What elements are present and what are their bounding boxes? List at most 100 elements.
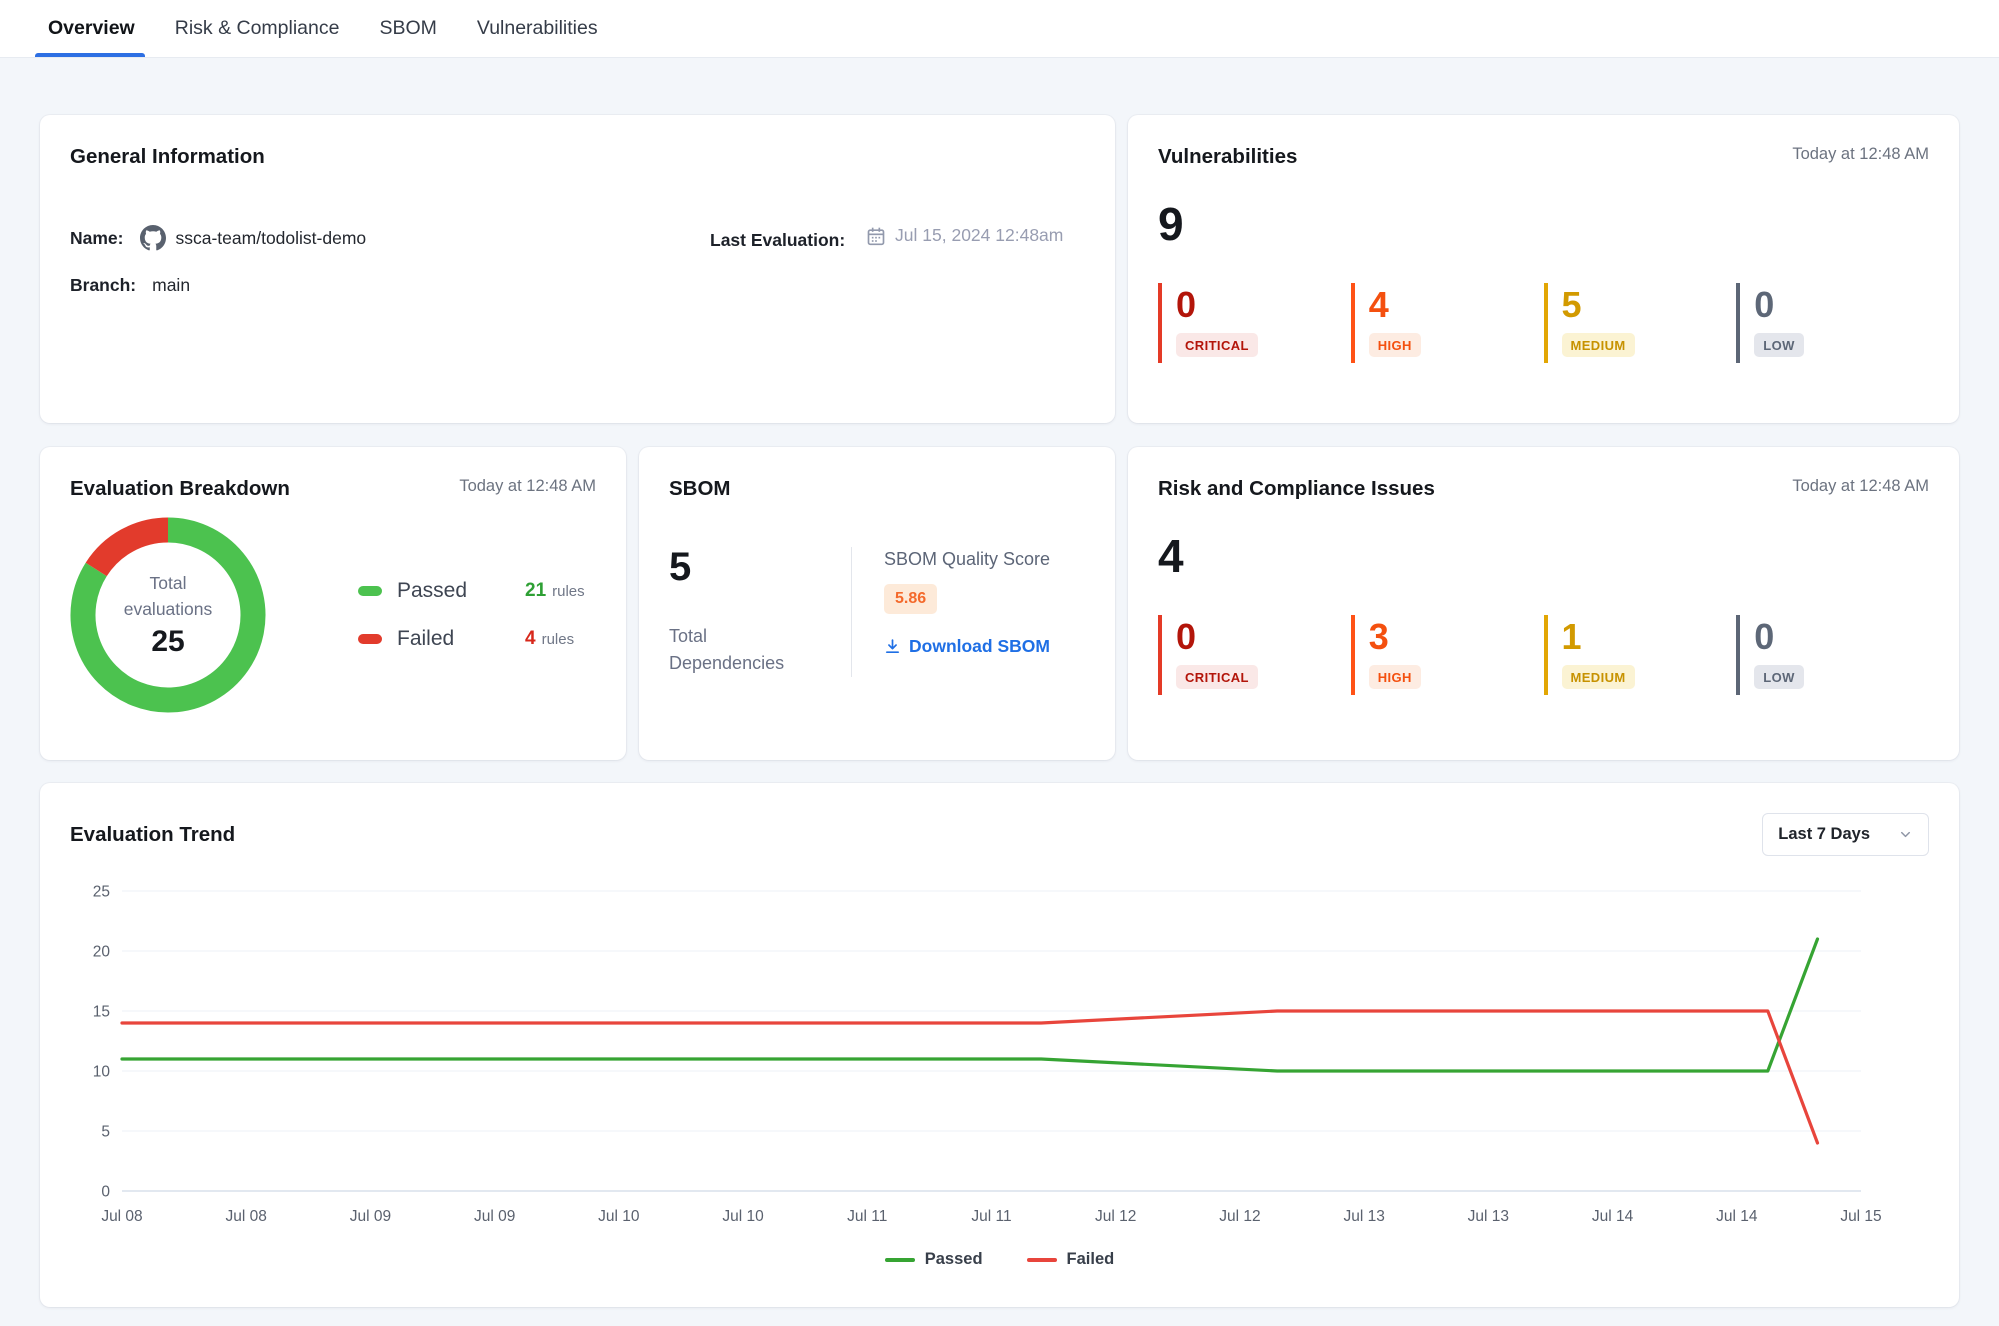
trend-passed-label: Passed [925, 1250, 983, 1269]
trend-x-tick-label: Jul 08 [101, 1208, 142, 1225]
risk-low-stat: 0 LOW [1736, 615, 1929, 695]
passed-label: Passed [397, 579, 497, 603]
vuln-high-stat: 4 HIGH [1351, 283, 1544, 363]
trend-x-tick-label: Jul 09 [350, 1208, 391, 1225]
trend-x-tick-label: Jul 08 [226, 1208, 267, 1225]
vuln-critical-count: 0 [1176, 285, 1351, 325]
card-general-information: General Information Name: ssca-team/todo… [40, 115, 1115, 423]
trend-x-tick-label: Jul 11 [971, 1208, 1011, 1225]
trend-x-tick-label: Jul 13 [1343, 1208, 1384, 1225]
last-evaluation-value: Jul 15, 2024 12:48am [895, 225, 1063, 246]
card-evaluation-trend: Evaluation Trend Last 7 Days 0510152025J… [40, 783, 1959, 1307]
tab-risk-compliance[interactable]: Risk & Compliance [175, 0, 340, 57]
risk-critical-count: 0 [1176, 617, 1351, 657]
risk-medium-count: 1 [1562, 617, 1737, 657]
passed-line-icon [885, 1258, 915, 1262]
trend-x-tick-label: Jul 12 [1095, 1208, 1136, 1225]
evaluation-breakdown-title: Evaluation Breakdown [70, 477, 290, 501]
vulnerabilities-severity-row: 0 CRITICAL 4 HIGH 5 MEDIUM 0 LOW [1158, 283, 1929, 363]
general-info-row-name: Name: ssca-team/todolist-demo Last Evalu… [70, 225, 1085, 251]
tab-risk-compliance-label: Risk & Compliance [175, 17, 340, 40]
risk-compliance-timestamp: Today at 12:48 AM [1792, 477, 1929, 496]
tab-sbom-label: SBOM [379, 17, 436, 40]
passed-unit: rules [552, 583, 585, 600]
sbom-total-dependencies-label: Total Dependencies [669, 623, 809, 677]
download-icon [884, 638, 901, 655]
risk-high-count: 3 [1369, 617, 1544, 657]
tab-sbom[interactable]: SBOM [379, 0, 436, 57]
trend-legend: Passed Failed [70, 1250, 1929, 1269]
breakdown-legend: Passed 21 rules Failed 4 rules [358, 579, 585, 651]
donut-center-label: Totalevaluations [124, 571, 213, 622]
trend-y-tick-label: 0 [101, 1184, 110, 1201]
card-risk-compliance-issues: Risk and Compliance Issues Today at 12:4… [1128, 447, 1959, 760]
failed-line-icon [1027, 1258, 1057, 1262]
trend-x-tick-label: Jul 14 [1716, 1208, 1758, 1225]
sbom-quality-score-value: 5.86 [884, 584, 937, 614]
vuln-high-count: 4 [1369, 285, 1544, 325]
time-range-value: Last 7 Days [1778, 825, 1870, 844]
sbom-total-dependencies-value: 5 [669, 547, 819, 587]
evaluation-breakdown-timestamp: Today at 12:48 AM [459, 477, 596, 496]
vulnerabilities-title: Vulnerabilities [1158, 145, 1297, 169]
trend-x-tick-label: Jul 12 [1219, 1208, 1260, 1225]
trend-y-tick-label: 15 [93, 1004, 110, 1021]
calendar-icon [866, 226, 886, 246]
vuln-critical-stat: 0 CRITICAL [1158, 283, 1351, 363]
trend-y-tick-label: 10 [93, 1064, 111, 1081]
vuln-medium-count: 5 [1562, 285, 1737, 325]
vuln-low-count: 0 [1754, 285, 1929, 325]
donut-center-value: 25 [151, 625, 184, 659]
trend-x-tick-label: Jul 14 [1592, 1208, 1634, 1225]
vuln-high-badge: HIGH [1369, 333, 1421, 357]
trend-y-tick-label: 5 [101, 1124, 110, 1141]
risk-compliance-total: 4 [1158, 533, 1929, 579]
time-range-select[interactable]: Last 7 Days [1762, 813, 1929, 856]
legend-row-passed: Passed 21 rules [358, 579, 585, 603]
trend-legend-passed: Passed [885, 1250, 983, 1269]
vuln-medium-stat: 5 MEDIUM [1544, 283, 1737, 363]
failed-label: Failed [397, 627, 497, 651]
tab-vulnerabilities[interactable]: Vulnerabilities [477, 0, 598, 57]
sbom-quality-score-label: SBOM Quality Score [884, 549, 1050, 570]
trend-x-tick-label: Jul 11 [847, 1208, 887, 1225]
risk-low-count: 0 [1754, 617, 1929, 657]
vulnerabilities-total: 9 [1158, 201, 1929, 247]
vulnerabilities-timestamp: Today at 12:48 AM [1792, 145, 1929, 164]
trend-line-passed [122, 939, 1818, 1071]
card-evaluation-breakdown: Evaluation Breakdown Today at 12:48 AM T… [40, 447, 626, 760]
general-info-row-branch: Branch: main [70, 275, 1085, 296]
top-tab-bar: Overview Risk & Compliance SBOM Vulnerab… [0, 0, 1999, 58]
trend-legend-failed: Failed [1027, 1250, 1115, 1269]
evaluation-trend-chart: 0510152025Jul 08Jul 08Jul 09Jul 09Jul 10… [70, 877, 1929, 1232]
active-tab-underline [35, 53, 145, 57]
risk-low-badge: LOW [1754, 665, 1804, 689]
evaluation-trend-title: Evaluation Trend [70, 823, 235, 847]
legend-row-failed: Failed 4 rules [358, 627, 585, 651]
trend-x-tick-label: Jul 15 [1840, 1208, 1881, 1225]
tab-overview[interactable]: Overview [48, 0, 135, 57]
general-information-title: General Information [70, 145, 1085, 169]
trend-x-tick-label: Jul 13 [1468, 1208, 1509, 1225]
download-sbom-link[interactable]: Download SBOM [884, 636, 1050, 657]
trend-line-failed [122, 1011, 1818, 1143]
chevron-down-icon [1898, 827, 1913, 842]
name-label: Name: [70, 228, 124, 249]
sbom-title: SBOM [669, 477, 1085, 501]
trend-failed-label: Failed [1067, 1250, 1115, 1269]
vuln-critical-badge: CRITICAL [1176, 333, 1258, 357]
passed-count: 21 [525, 580, 546, 602]
card-sbom: SBOM 5 Total Dependencies SBOM Quality S… [639, 447, 1115, 760]
failed-unit: rules [542, 631, 575, 648]
risk-compliance-title: Risk and Compliance Issues [1158, 477, 1435, 501]
branch-value: main [152, 275, 190, 296]
risk-critical-stat: 0 CRITICAL [1158, 615, 1351, 695]
download-sbom-label: Download SBOM [909, 636, 1050, 657]
trend-x-tick-label: Jul 10 [722, 1208, 764, 1225]
evaluations-donut-chart: Totalevaluations 25 [70, 517, 266, 713]
trend-y-tick-label: 20 [93, 944, 111, 961]
failed-count: 4 [525, 628, 536, 650]
card-vulnerabilities: Vulnerabilities Today at 12:48 AM 9 0 CR… [1128, 115, 1959, 423]
branch-label: Branch: [70, 275, 136, 296]
tab-overview-label: Overview [48, 17, 135, 40]
